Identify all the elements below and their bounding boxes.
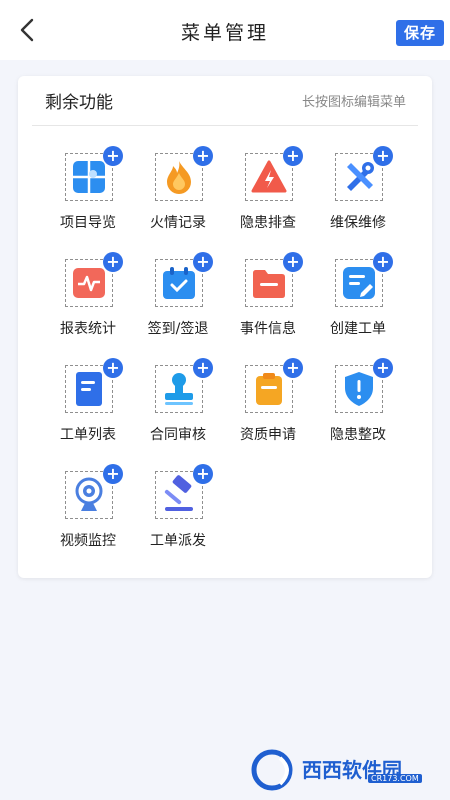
- tools-icon: [347, 162, 374, 191]
- add-icon[interactable]: +: [193, 146, 213, 166]
- menu-item-label: 隐患整改: [330, 427, 386, 443]
- webcam-icon: [75, 477, 103, 511]
- menu-item[interactable]: + 资质申请: [222, 358, 314, 458]
- add-icon[interactable]: +: [193, 358, 213, 378]
- add-icon[interactable]: +: [193, 252, 213, 272]
- menu-item-label: 视频监控: [60, 533, 116, 549]
- menu-item[interactable]: + 项目导览: [42, 146, 134, 246]
- menu-item-label: 报表统计: [60, 321, 116, 337]
- remaining-functions-card: 剩余功能 长按图标编辑菜单 + 项目导览 + 火情记录 + 隐患排查 + 维保维修 + 报表统计 +…: [18, 76, 432, 578]
- page-title: 菜单管理: [180, 22, 269, 44]
- clipboard-icon: [256, 373, 282, 405]
- menu-item-label: 资质申请: [240, 427, 296, 443]
- add-icon[interactable]: +: [103, 252, 123, 272]
- section-title: 剩余功能: [45, 93, 113, 113]
- add-icon[interactable]: +: [103, 358, 123, 378]
- add-icon[interactable]: +: [283, 252, 303, 272]
- menu-item[interactable]: + 隐患排查: [222, 146, 314, 246]
- add-icon[interactable]: +: [103, 464, 123, 484]
- folder-icon: [253, 270, 285, 298]
- menu-item[interactable]: + 事件信息: [222, 252, 314, 352]
- flame-icon: [167, 161, 191, 194]
- add-icon[interactable]: +: [373, 252, 393, 272]
- watermark-logo: 西西软件园 CR173.COM: [250, 748, 432, 792]
- add-icon[interactable]: +: [283, 146, 303, 166]
- menu-item-label: 火情记录: [150, 215, 206, 231]
- menu-item-label: 工单派发: [150, 533, 206, 549]
- warning-triangle-icon: [251, 160, 287, 193]
- menu-item-label: 维保维修: [330, 215, 386, 231]
- menu-item[interactable]: + 报表统计: [42, 252, 134, 352]
- menu-item[interactable]: + 工单列表: [42, 358, 134, 458]
- menu-item[interactable]: + 视频监控: [42, 464, 134, 564]
- menu-item[interactable]: + 隐患整改: [312, 358, 404, 458]
- map-grid-icon: [73, 161, 105, 193]
- menu-item-label: 项目导览: [60, 215, 116, 231]
- menu-item-label: 事件信息: [240, 321, 296, 337]
- add-icon[interactable]: +: [103, 146, 123, 166]
- menu-item-label: 隐患排查: [240, 215, 296, 231]
- top-bar: 菜单管理 保存: [0, 0, 450, 60]
- watermark-sub: CR173.COM: [368, 774, 422, 783]
- add-icon[interactable]: +: [193, 464, 213, 484]
- shield-alert-icon: [345, 372, 373, 406]
- menu-item-label: 签到/签退: [147, 321, 209, 337]
- menu-item[interactable]: + 火情记录: [132, 146, 224, 246]
- calendar-check-icon: [163, 267, 195, 299]
- menu-item-label: 工单列表: [60, 427, 116, 443]
- document-list-icon: [76, 372, 102, 406]
- chart-pulse-icon: [73, 268, 105, 298]
- menu-item[interactable]: + 创建工单: [312, 252, 404, 352]
- gavel-icon: [164, 475, 193, 511]
- menu-item-label: 创建工单: [330, 321, 386, 337]
- menu-item[interactable]: + 合同审核: [132, 358, 224, 458]
- menu-item[interactable]: + 签到/签退: [132, 252, 224, 352]
- add-icon[interactable]: +: [373, 146, 393, 166]
- menu-item[interactable]: + 维保维修: [312, 146, 404, 246]
- divider: [32, 125, 418, 126]
- add-icon[interactable]: +: [283, 358, 303, 378]
- add-icon[interactable]: +: [373, 358, 393, 378]
- stamp-icon: [165, 373, 193, 405]
- menu-item[interactable]: + 工单派发: [132, 464, 224, 564]
- save-button[interactable]: 保存: [396, 20, 444, 46]
- menu-item-label: 合同审核: [150, 427, 206, 443]
- edit-note-icon: [343, 267, 375, 299]
- section-hint: 长按图标编辑菜单: [301, 95, 406, 110]
